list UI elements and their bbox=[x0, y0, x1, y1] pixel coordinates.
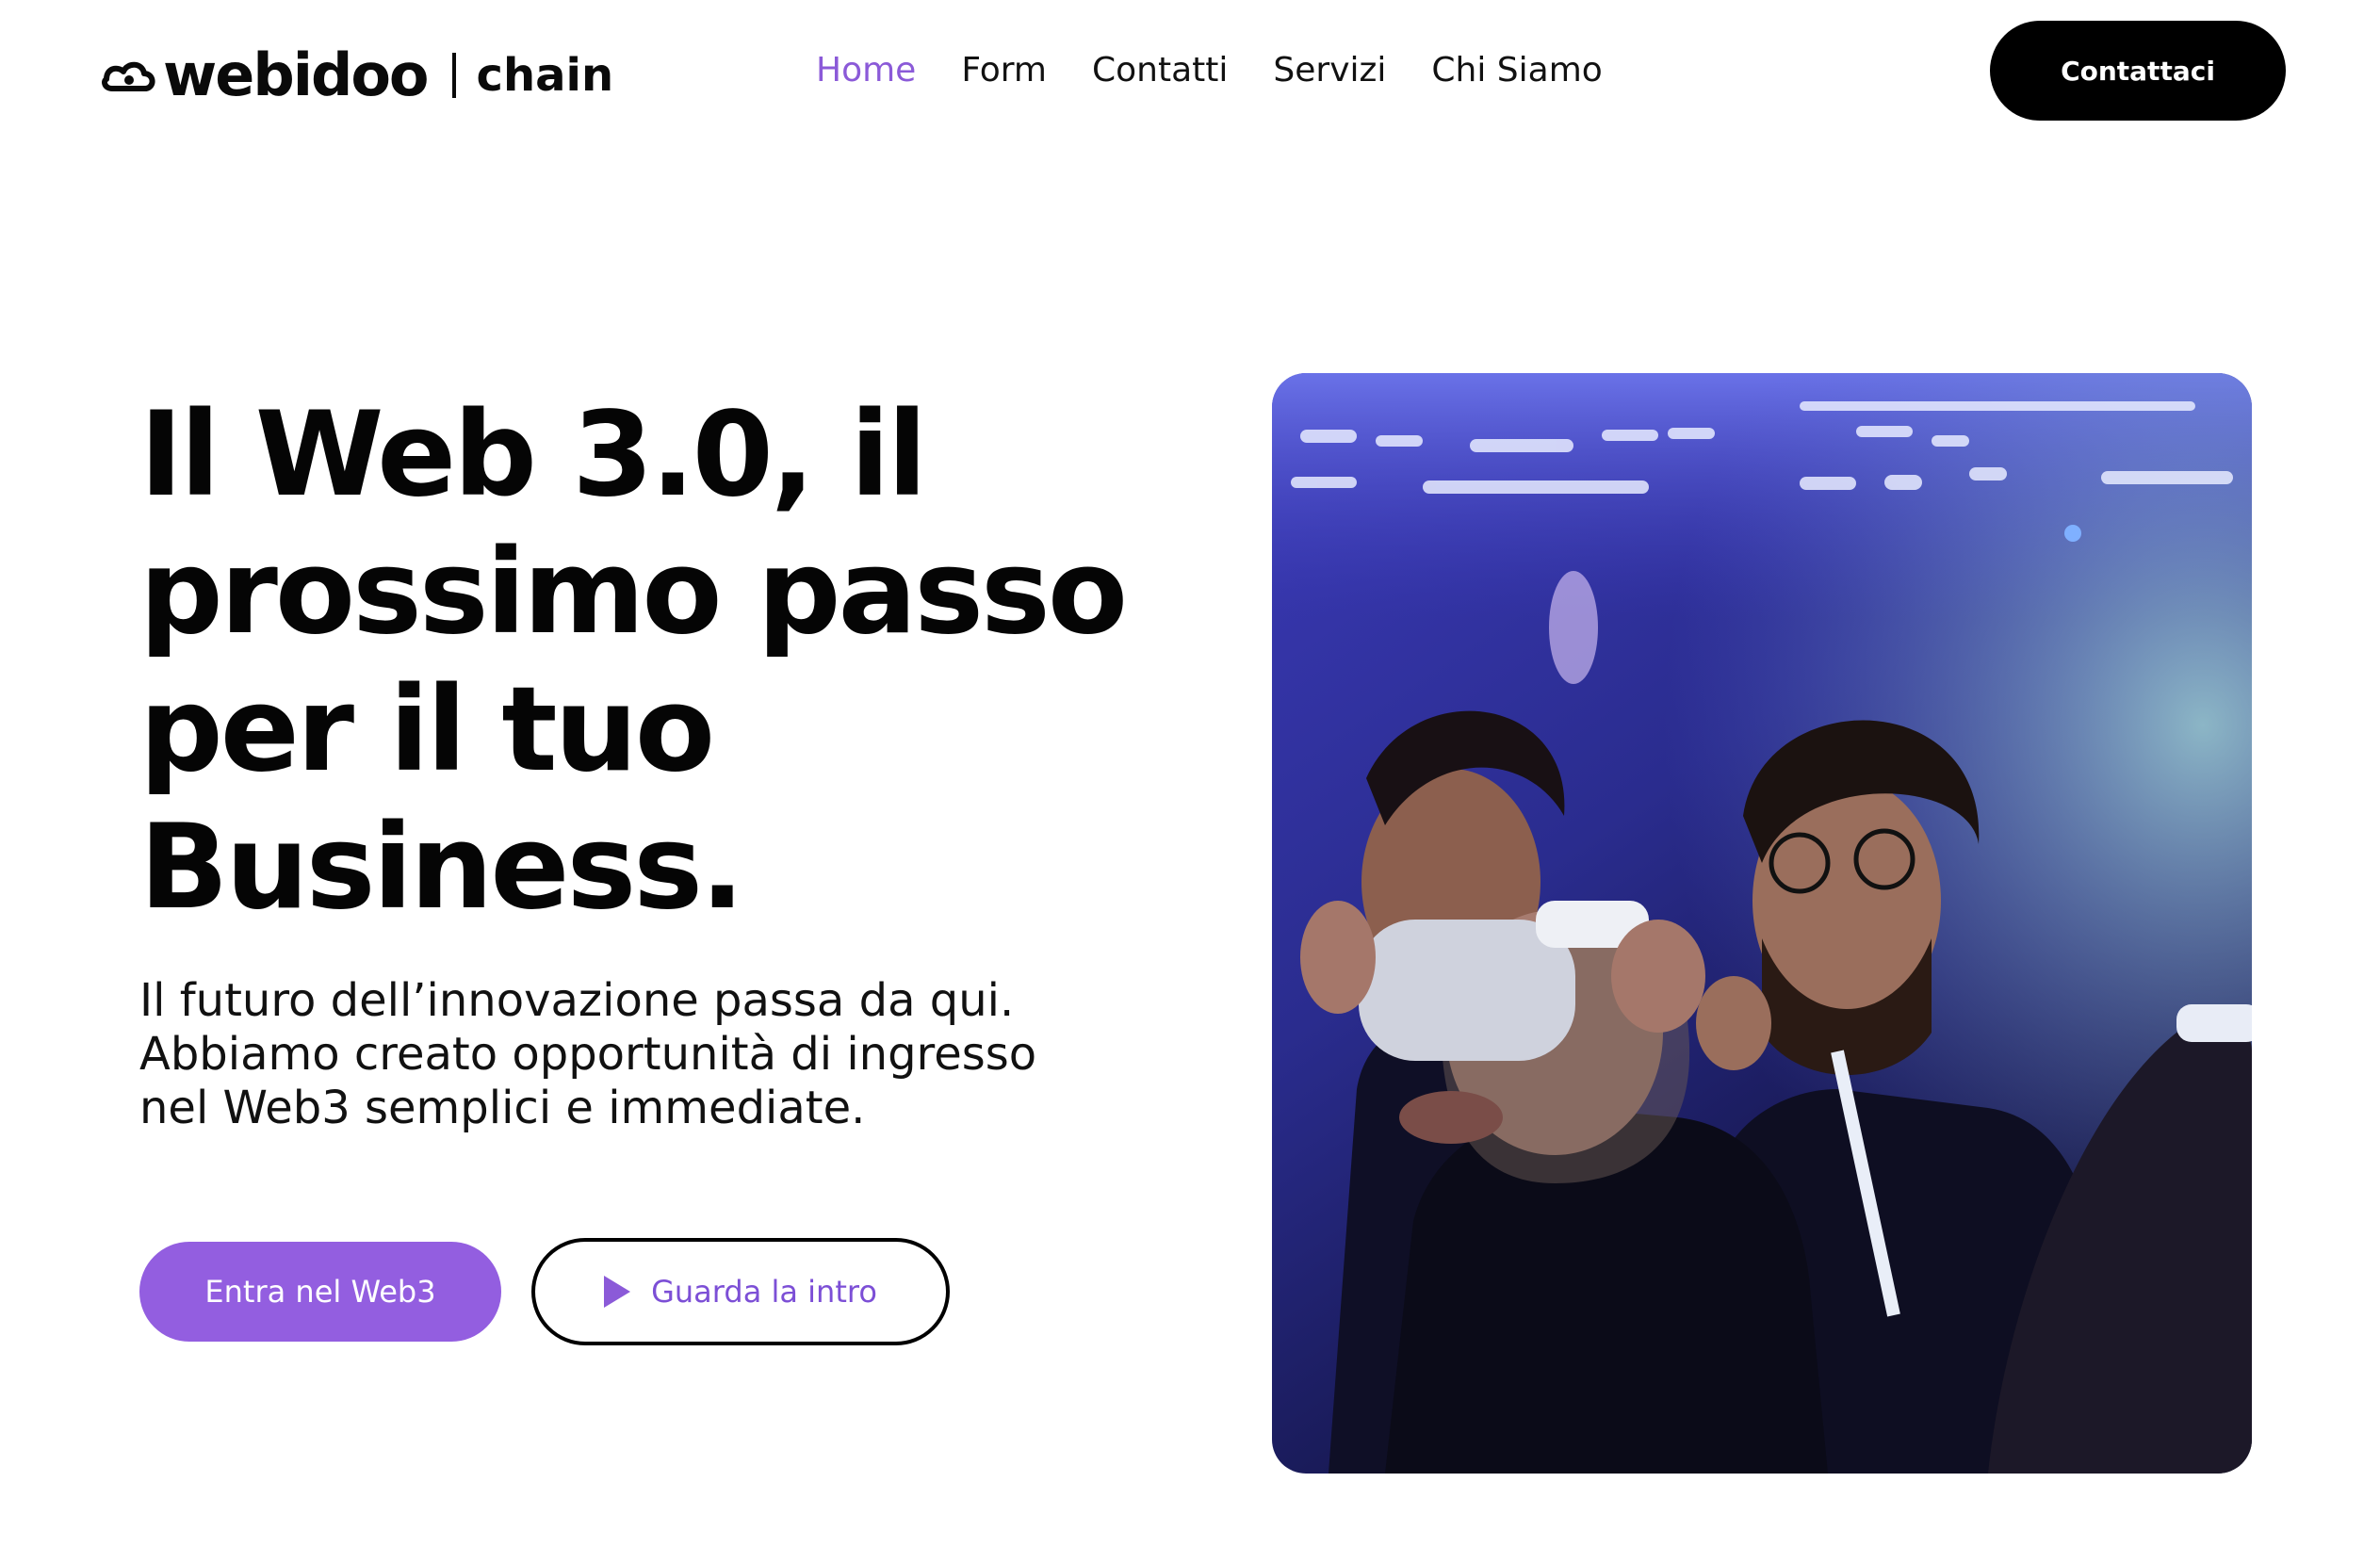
main-nav: Home Form Contatti Servizi Chi Siamo bbox=[816, 47, 1603, 94]
enter-web3-button[interactable]: Entra nel Web3 bbox=[139, 1242, 501, 1342]
nav-chi-siamo[interactable]: Chi Siamo bbox=[1431, 47, 1602, 94]
nav-home[interactable]: Home bbox=[816, 47, 916, 94]
play-icon bbox=[604, 1276, 631, 1308]
nav-contatti[interactable]: Contatti bbox=[1092, 47, 1228, 94]
nav-servizi[interactable]: Servizi bbox=[1273, 47, 1386, 94]
contattaci-button[interactable]: Contattaci bbox=[1990, 21, 2286, 121]
site-header: webidoo chain Home Form Contatti Servizi… bbox=[0, 0, 2380, 141]
nav-form[interactable]: Form bbox=[961, 47, 1047, 94]
hero-subtitle: Il futuro dell’innovazione passa da qui.… bbox=[139, 974, 1157, 1135]
hero-subtitle-line: Abbiamo creato opportunità di ingresso bbox=[139, 1028, 1037, 1081]
hero-image bbox=[1272, 373, 2252, 1474]
brand-suffix: chain bbox=[476, 49, 614, 102]
hero-subtitle-line: Il futuro dell’innovazione passa da qui. bbox=[139, 974, 1015, 1027]
vr-headset-photo-icon bbox=[1272, 373, 2252, 1474]
hero-title: Il Web 3.0, il prossimo passo per il tuo… bbox=[139, 387, 1128, 936]
brand-name: webidoo bbox=[163, 41, 430, 109]
watch-intro-button[interactable]: Guarda la intro bbox=[531, 1238, 950, 1345]
watch-intro-label: Guarda la intro bbox=[651, 1274, 877, 1310]
webidoo-logo-icon bbox=[102, 61, 155, 91]
logo-divider bbox=[451, 53, 456, 98]
brand-logo[interactable]: webidoo chain bbox=[99, 38, 613, 113]
hero-subtitle-line: nel Web3 semplici e immediate. bbox=[139, 1082, 866, 1134]
